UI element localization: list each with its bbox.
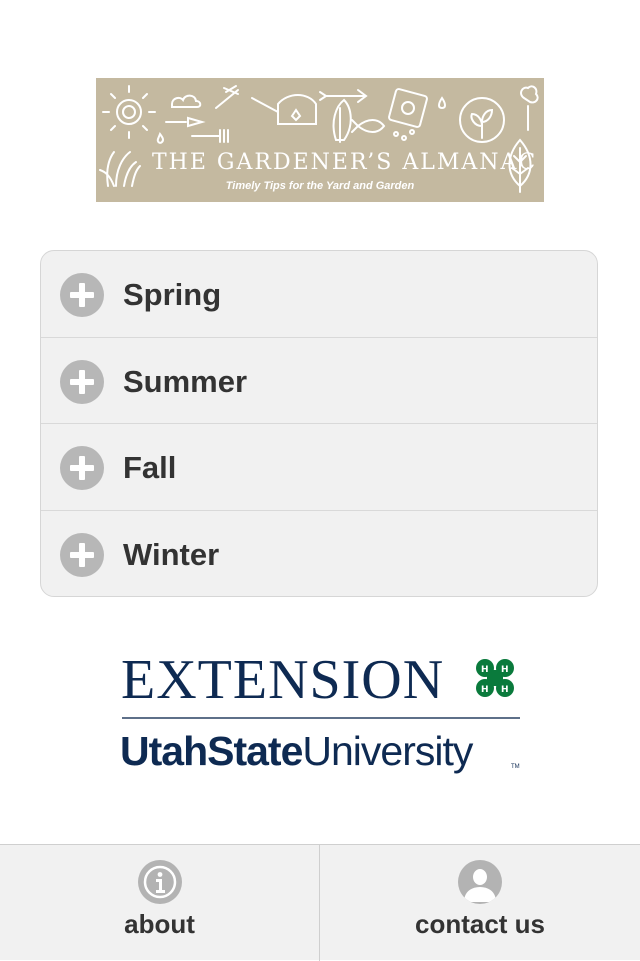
seasons-accordion: Spring Summer Fall Winter — [40, 250, 598, 597]
person-icon — [458, 860, 502, 904]
svg-text:H: H — [501, 665, 509, 675]
season-item-summer[interactable]: Summer — [41, 338, 597, 424]
season-label: Spring — [123, 277, 222, 312]
season-item-fall[interactable]: Fall — [41, 424, 597, 511]
about-tab[interactable]: about — [0, 845, 320, 961]
four-h-clover-icon: HH HH — [476, 659, 514, 697]
expand-plus-icon — [60, 532, 104, 577]
expand-plus-icon — [60, 359, 104, 404]
usu-wordmark: UtahStateUniversity — [120, 726, 473, 776]
season-item-winter[interactable]: Winter — [41, 511, 597, 597]
svg-text:H: H — [481, 665, 489, 675]
trademark-mark: TM — [511, 764, 520, 770]
usu-extension-logo: EXTENSION HH HH UtahStateUniversity TM — [120, 650, 522, 775]
expand-plus-icon — [60, 273, 104, 317]
season-label: Fall — [123, 450, 177, 485]
almanac-banner: THE GARDENER’S ALMANAC Timely Tips for t… — [96, 78, 544, 202]
logo-divider — [122, 717, 520, 719]
contact-tab[interactable]: contact us — [320, 845, 640, 961]
season-label: Winter — [123, 536, 220, 572]
season-label: Summer — [123, 363, 248, 399]
contact-label: contact us — [414, 909, 546, 939]
about-label: about — [124, 909, 195, 939]
banner-title: THE GARDENER’S ALMANAC — [152, 150, 538, 175]
season-item-spring[interactable]: Spring — [41, 251, 597, 338]
banner-subtitle: Timely Tips for the Yard and Garden — [225, 180, 415, 192]
footer-tabbar: about contact us — [0, 844, 640, 961]
usu-wordmark-bold: UtahState — [120, 728, 303, 774]
expand-plus-icon — [60, 446, 104, 490]
svg-text:H: H — [501, 685, 509, 695]
info-icon — [137, 860, 182, 904]
svg-text:H: H — [481, 685, 489, 695]
usu-wordmark-regular: University — [302, 728, 473, 774]
extension-wordmark: EXTENSION — [121, 649, 445, 711]
